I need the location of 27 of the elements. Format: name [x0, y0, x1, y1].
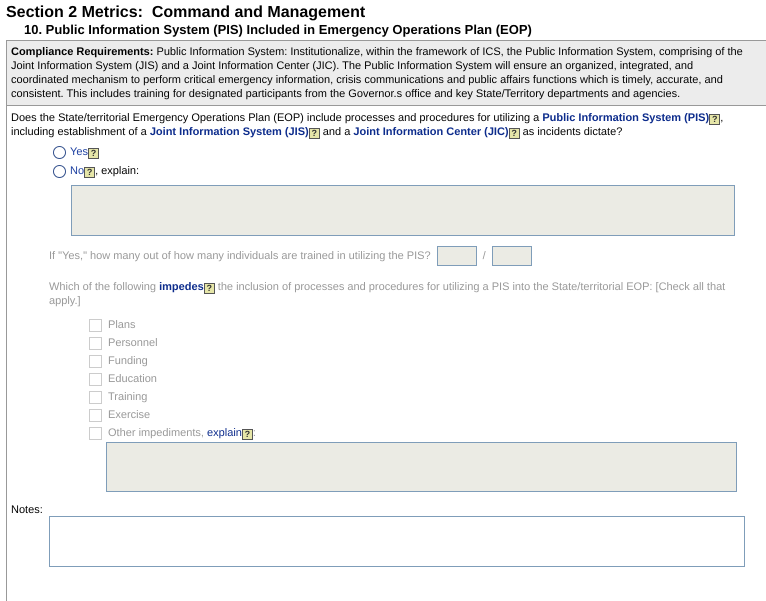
- answer-label: , explain:: [95, 165, 140, 177]
- checkbox-label: Education: [108, 373, 157, 385]
- term-link[interactable]: Joint Information Center (JIC): [353, 126, 509, 138]
- checkbox-label: Funding: [108, 355, 148, 367]
- impedes-question: Which of the following impedes ? the inclusion of processes and procedures for utilizing a PIS into the State/territorial EOP: [Check all that apply.]: [49, 280, 726, 308]
- notes-label: Notes:: [11, 504, 44, 516]
- help-button[interactable]: ?: [508, 128, 520, 139]
- term-link[interactable]: Joint Information System (JIS): [150, 126, 309, 138]
- help-button[interactable]: ?: [88, 148, 99, 159]
- checkbox-label: Other impediments,: [108, 426, 205, 438]
- question-text: Does the State/territorial Emergency Operations Plan (EOP) include processes and procedures for utilizing a Public Information System (PIS) ? , including establishment of a Joint Information System (JIS) ? and a Joint Information Center (JIC) ? as incidents dictate?: [11, 111, 724, 139]
- colon-text: :: [252, 426, 256, 438]
- training-prompt: If "Yes," how many out of how many individuals are trained in utilizing the PIS?: [49, 250, 431, 262]
- help-button[interactable]: ?: [709, 114, 720, 125]
- help-button[interactable]: ?: [308, 128, 320, 139]
- compliance-requirements: Compliance Requirements: Public Information System: Institutionalize, within the framework of ICS, the Public Information System, comprising of the Joint Information System (JIS) and a Joint Information Center (JIC). The Public Information System will ensure an organized, integrated, and coordinated mechanism to perform critical emergency information, crisis communications and public affairs functions which is timely, accurate, and consistent. This includes training for designated participants from the Governor.s office and key State/Territory departments and agencies.: [7, 41, 766, 106]
- checkbox-label: Personnel: [108, 337, 158, 349]
- checkbox-label: Exercise: [108, 409, 150, 421]
- help-button[interactable]: ?: [84, 167, 96, 178]
- checkbox-label: Plans: [108, 319, 136, 331]
- answer-link[interactable]: No: [70, 165, 84, 177]
- term-link[interactable]: Public Information System (PIS): [542, 112, 710, 124]
- checkbox-label: Training: [108, 391, 148, 403]
- question-title: 10. Public Information System (PIS) Included in Emergency Operations Plan (EOP): [24, 22, 533, 38]
- section-title: Section 2 Metrics: Command and Management: [6, 4, 366, 22]
- answer-link[interactable]: Yes: [70, 146, 88, 158]
- separator: /: [482, 250, 486, 262]
